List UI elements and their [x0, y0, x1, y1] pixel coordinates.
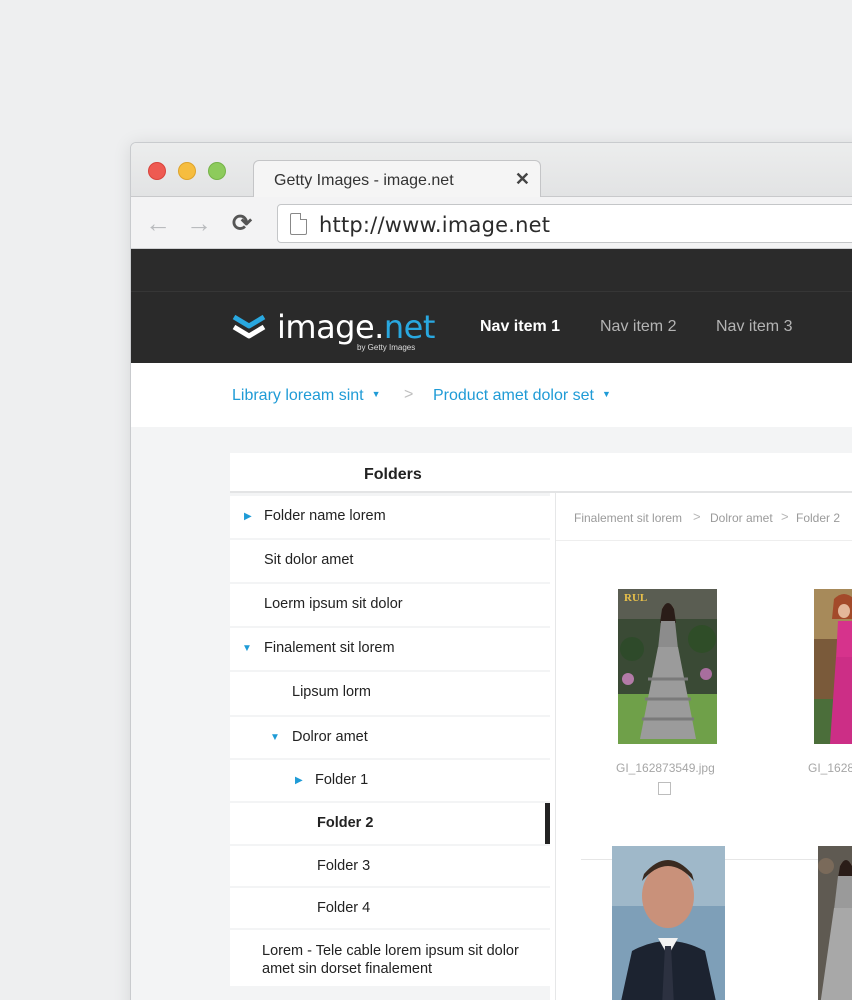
folder-path-breadcrumb: Finalement sit lorem > Dolror amet > Fol…: [556, 493, 852, 541]
breadcrumb: Library loream sint ▼ > Product amet dolo…: [131, 363, 852, 427]
expand-arrow-icon[interactable]: ▶: [295, 775, 303, 786]
path-crumb-finalement[interactable]: Finalement sit lorem: [574, 511, 682, 525]
reload-icon[interactable]: ⟳: [232, 209, 252, 238]
image-thumbnail[interactable]: [612, 846, 725, 1000]
folder-label: Folder name lorem: [264, 508, 386, 524]
nav-item-2[interactable]: Nav item 2: [600, 318, 676, 336]
folder-label: Lorem - Tele cable lorem ipsum sit dolor…: [262, 943, 519, 977]
image-select-checkbox[interactable]: [658, 782, 671, 795]
browser-tab[interactable]: Getty Images - image.net ✕: [253, 160, 541, 198]
minimize-window-button[interactable]: [178, 162, 196, 180]
folder-item-folder-1[interactable]: ▶ Folder 1: [230, 760, 550, 801]
folder-label: Folder 4: [317, 900, 371, 916]
product-label: Product amet dolor set: [433, 387, 594, 404]
url-text: http://www.image.net: [319, 213, 551, 237]
image-net-logo[interactable]: image.net by Getty Images: [231, 308, 435, 352]
image-thumbnail[interactable]: [818, 846, 852, 1000]
folder-item-folder-name-lorem[interactable]: ▶ Folder name lorem: [230, 496, 550, 538]
path-crumb-folder-2[interactable]: Folder 2: [796, 511, 840, 525]
folder-label: Sit dolor amet: [264, 552, 354, 568]
selection-indicator: [545, 803, 550, 844]
folder-label: Loerm ipsum sit dolor: [264, 596, 403, 612]
folder-tree: ▶ Folder name lorem Sit dolor amet Loerm…: [230, 493, 550, 1000]
image-banner-text: RUL: [624, 592, 647, 604]
nav-item-3[interactable]: Nav item 3: [716, 318, 792, 336]
folder-item-lipsum-lorm[interactable]: Lipsum lorm: [230, 672, 550, 715]
caret-down-icon: ▼: [601, 389, 611, 399]
folder-item-sit-dolor-amet[interactable]: Sit dolor amet: [230, 540, 550, 582]
folder-item-folder-2[interactable]: Folder 2: [230, 803, 550, 844]
gown-crowd-photo: [818, 846, 852, 1000]
folders-title: Folders: [364, 466, 422, 483]
close-icon[interactable]: ✕: [515, 169, 530, 190]
folder-item-dolror-amet[interactable]: ▼ Dolror amet: [230, 717, 550, 758]
forward-arrow-icon[interactable]: →: [186, 208, 212, 239]
folder-item-folder-4[interactable]: Folder 4: [230, 888, 550, 928]
logo-wordmark-main: image.: [277, 308, 384, 346]
expand-arrow-icon[interactable]: ▶: [244, 511, 252, 522]
close-window-button[interactable]: [148, 162, 166, 180]
image-grid: Finalement sit lorem > Dolror amet > Fol…: [555, 493, 852, 1000]
folder-label: Dolror amet: [292, 729, 368, 745]
folder-label: Folder 3: [317, 858, 371, 874]
path-separator: >: [693, 509, 701, 524]
breadcrumb-separator: >: [404, 386, 414, 403]
folder-label: Finalement sit lorem: [264, 640, 395, 656]
image-filename: GI_162873549.jpg: [808, 761, 852, 775]
folders-header: Folders: [230, 453, 852, 493]
library-label: Library loream sint: [232, 387, 364, 404]
image-filename: GI_162873549.jpg: [616, 761, 715, 775]
main-content: Folders ▶ Folder name lorem Sit dolor am…: [131, 427, 852, 1000]
folder-item-loerm-ipsum[interactable]: Loerm ipsum sit dolor: [230, 584, 550, 626]
logo-chevron-icon: [232, 314, 266, 339]
folder-label: Lipsum lorm: [292, 684, 371, 700]
folder-item-folder-3[interactable]: Folder 3: [230, 846, 550, 886]
image-thumbnail[interactable]: RUL: [618, 589, 717, 744]
folder-item-finalement[interactable]: ▼ Finalement sit lorem: [230, 628, 550, 670]
caret-down-icon: ▼: [371, 389, 381, 399]
address-toolbar: ← → ⟳ http://www.image.net: [131, 197, 852, 249]
site-header: image.net by Getty Images Nav item 1 Nav…: [131, 292, 852, 363]
tab-title: Getty Images - image.net: [274, 172, 454, 189]
pink-dress-photo: [814, 589, 852, 744]
site-utility-bar: [131, 249, 852, 292]
url-input[interactable]: http://www.image.net: [277, 204, 852, 243]
nav-item-1[interactable]: Nav item 1: [480, 318, 560, 336]
image-thumbnail[interactable]: [814, 589, 852, 744]
gown-photo: RUL: [618, 589, 717, 744]
logo-wordmark-accent: net: [383, 308, 436, 346]
suit-portrait-photo: [612, 846, 725, 1000]
logo-wordmark: image.net: [277, 308, 435, 346]
maximize-window-button[interactable]: [208, 162, 226, 180]
path-crumb-dolror-amet[interactable]: Dolror amet: [710, 511, 773, 525]
collapse-arrow-icon[interactable]: ▼: [242, 643, 252, 654]
collapse-arrow-icon[interactable]: ▼: [270, 732, 280, 743]
back-arrow-icon[interactable]: ←: [145, 208, 171, 239]
library-dropdown[interactable]: Library loream sint ▼: [232, 387, 381, 405]
product-dropdown[interactable]: Product amet dolor set ▼: [433, 387, 611, 405]
browser-titlebar: Getty Images - image.net ✕: [131, 143, 852, 198]
logo-subtitle: by Getty Images: [357, 343, 416, 352]
folder-label: Folder 1: [315, 772, 369, 788]
folder-item-lorem-tele-cable[interactable]: Lorem - Tele cable lorem ipsum sit dolor…: [230, 930, 550, 986]
browser-window: Getty Images - image.net ✕ ← → ⟳ http://…: [130, 142, 852, 1000]
folder-label: Folder 2: [317, 815, 374, 831]
library-panel: Folders ▶ Folder name lorem Sit dolor am…: [230, 453, 852, 1000]
page-icon: [290, 213, 307, 235]
path-separator: >: [781, 509, 789, 524]
